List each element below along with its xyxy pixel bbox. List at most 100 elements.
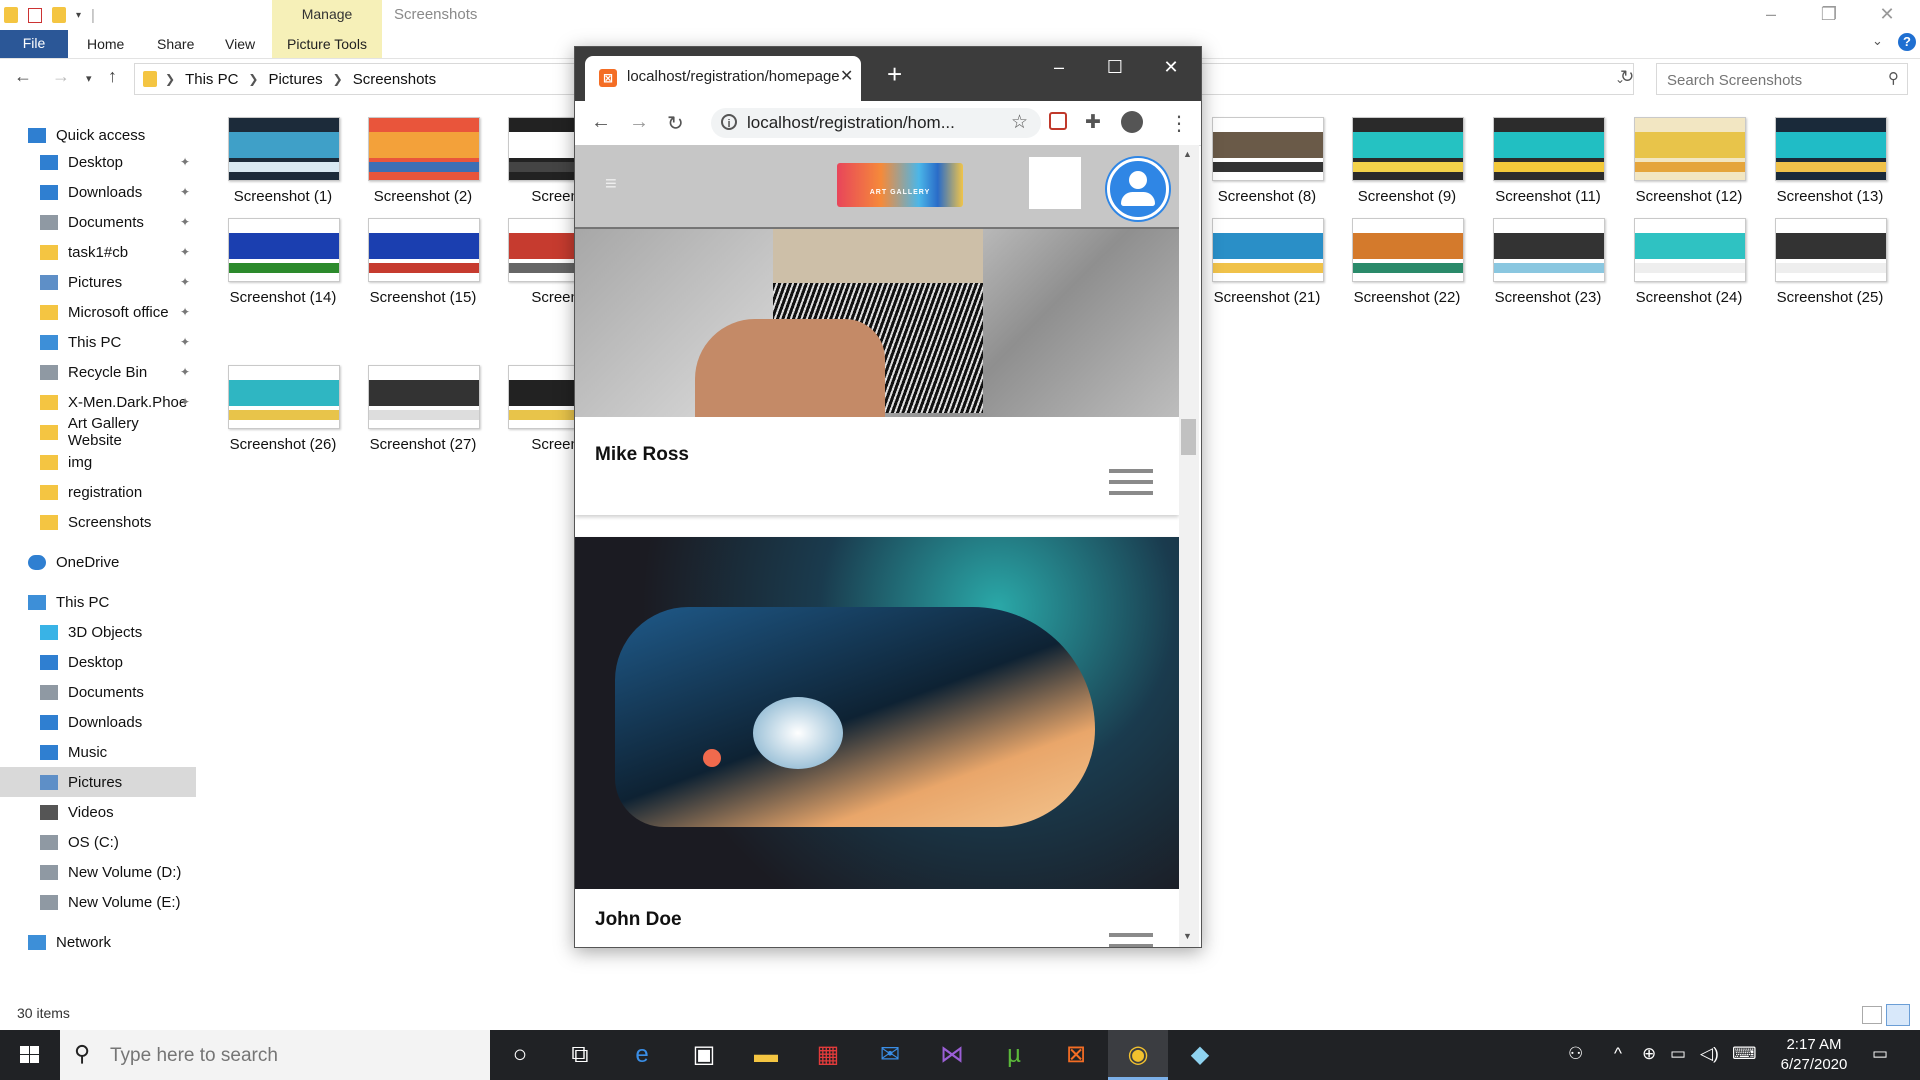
browser-forward-icon[interactable]: → (629, 111, 649, 134)
properties-icon[interactable] (28, 7, 42, 23)
notifications-icon[interactable]: ▭ (1872, 1044, 1888, 1064)
file-thumbnail[interactable] (1634, 218, 1746, 282)
sidebar-item-pictures[interactable]: Pictures ✦ (0, 267, 196, 297)
file-thumbnail[interactable] (1352, 218, 1464, 282)
taskbar-search-input[interactable] (108, 1042, 472, 1070)
sidebar-item-pictures[interactable]: Pictures (0, 767, 196, 797)
more-menu-icon[interactable]: ⋮ (1169, 111, 1189, 136)
new-tab-icon[interactable]: + (887, 59, 902, 90)
back-icon[interactable]: ← (14, 66, 32, 87)
sidebar-item-downloads[interactable]: Downloads (0, 707, 196, 737)
bookmark-star-icon[interactable]: ☆ (1011, 111, 1028, 134)
file-thumbnail[interactable] (1493, 117, 1605, 181)
sidebar-item-this-pc[interactable]: This PC (0, 587, 196, 617)
app-icon[interactable]: ◆ (1170, 1030, 1230, 1080)
close-icon[interactable]: ✕ (1858, 0, 1916, 30)
file-thumbnail[interactable] (1493, 218, 1605, 282)
file-explorer-icon[interactable]: ▬ (736, 1030, 796, 1080)
tab-view[interactable]: View (225, 30, 255, 58)
manage-tab[interactable]: Manage (272, 0, 382, 30)
file-thumbnail[interactable] (228, 218, 340, 282)
file-thumbnail[interactable] (1775, 117, 1887, 181)
url-text[interactable]: localhost/registration/hom... (747, 113, 955, 133)
file-thumbnail[interactable] (1212, 218, 1324, 282)
store-icon[interactable]: ▣ (674, 1030, 734, 1080)
sidebar-item-desktop[interactable]: Desktop ✦ (0, 147, 196, 177)
file-name[interactable]: Screenshot (8) (1197, 188, 1337, 205)
puzzle-icon[interactable]: ✚ (1085, 111, 1101, 134)
file-thumbnail[interactable] (1634, 117, 1746, 181)
file-name[interactable]: Screenshot (24) (1619, 289, 1759, 306)
xampp-icon[interactable]: ⊠ (1046, 1030, 1106, 1080)
sidebar-item-registration[interactable]: registration (0, 477, 196, 507)
file-name[interactable]: Screenshot (27) (353, 436, 493, 453)
sidebar-item-network[interactable]: Network (0, 927, 196, 957)
user-avatar-icon[interactable] (1107, 158, 1169, 220)
help-icon[interactable]: ? (1898, 33, 1916, 51)
forward-icon[interactable]: → (52, 66, 70, 87)
file-thumbnail[interactable] (1352, 117, 1464, 181)
sidebar-item-documents[interactable]: Documents ✦ (0, 207, 196, 237)
up-icon[interactable]: ↑ (108, 66, 117, 87)
sidebar-item-documents[interactable]: Documents (0, 677, 196, 707)
sidebar-item-recycle-bin[interactable]: Recycle Bin ✦ (0, 357, 196, 387)
restore-icon[interactable]: ❐ (1800, 0, 1858, 30)
tab-home[interactable]: Home (87, 30, 124, 58)
sidebar-item-os-c[interactable]: OS (C:) (0, 827, 196, 857)
large-icons-view-icon[interactable] (1886, 1004, 1910, 1026)
battery-icon[interactable]: ▭ (1670, 1044, 1686, 1064)
keyboard-icon[interactable]: ⌨ (1732, 1044, 1757, 1064)
sidebar-item-videos[interactable]: Videos (0, 797, 196, 827)
artwork-card[interactable]: John Doe (575, 537, 1179, 947)
sidebar-item-new-volume-e[interactable]: New Volume (E:) (0, 887, 196, 917)
file-name[interactable]: Screenshot (2) (353, 188, 493, 205)
gift-icon[interactable]: ▦ (798, 1030, 858, 1080)
sidebar-item-screenshots[interactable]: Screenshots (0, 507, 196, 537)
file-name[interactable]: Screenshot (22) (1337, 289, 1477, 306)
file-name[interactable]: Screenshot (21) (1197, 289, 1337, 306)
reload-icon[interactable]: ↻ (667, 111, 684, 136)
extension-icon[interactable] (1049, 112, 1067, 130)
minimize-icon[interactable]: – (1742, 0, 1800, 30)
new-folder-icon[interactable] (52, 7, 66, 23)
details-view-icon[interactable] (1862, 1006, 1882, 1024)
file-thumbnail[interactable] (368, 218, 480, 282)
file-thumbnail[interactable] (368, 117, 480, 181)
card-menu-icon[interactable] (1109, 469, 1153, 502)
clock[interactable]: 2:17 AM 6/27/2020 (1766, 1035, 1862, 1075)
file-name[interactable]: Screenshot (13) (1760, 188, 1900, 205)
scrollbar-thumb[interactable] (1181, 419, 1196, 455)
tab-picture-tools[interactable]: Picture Tools (272, 30, 382, 58)
site-info-icon[interactable]: i (721, 114, 737, 130)
refresh-icon[interactable]: ↻ (1620, 67, 1634, 87)
profile-icon[interactable] (1121, 111, 1143, 133)
volume-icon[interactable]: ◁) (1700, 1044, 1719, 1064)
chrome-maximize-icon[interactable]: ☐ (1087, 53, 1143, 83)
file-name[interactable]: Screenshot (25) (1760, 289, 1900, 306)
browser-tab[interactable]: ⊠ localhost/registration/homepage ✕ (585, 56, 861, 101)
people-icon[interactable]: ⚇ (1568, 1044, 1583, 1064)
scroll-down-icon[interactable]: ▼ (1183, 931, 1192, 941)
file-name[interactable]: Screenshot (12) (1619, 188, 1759, 205)
cortana-icon[interactable]: ○ (490, 1030, 550, 1080)
sidebar-item-new-volume-d[interactable]: New Volume (D:) (0, 857, 196, 887)
omnibox[interactable]: i localhost/registration/hom... ☆ (711, 108, 1041, 138)
card-menu-icon[interactable] (1109, 933, 1153, 947)
breadcrumb-pictures[interactable]: Pictures (268, 71, 322, 88)
show-hidden-icons-icon[interactable]: ^ (1614, 1044, 1622, 1064)
sidebar-item-desktop[interactable]: Desktop (0, 647, 196, 677)
start-button[interactable] (0, 1030, 60, 1080)
chrome-icon[interactable]: ◉ (1108, 1030, 1168, 1080)
sidebar-item-x-men-dark-phoe[interactable]: X-Men.Dark.Phoe ✦ (0, 387, 196, 417)
file-thumbnail[interactable] (1775, 218, 1887, 282)
chrome-close-icon[interactable]: ✕ (1143, 53, 1199, 83)
browser-back-icon[interactable]: ← (591, 111, 611, 134)
tab-share[interactable]: Share (157, 30, 194, 58)
tab-close-icon[interactable]: ✕ (840, 66, 853, 86)
file-thumbnail[interactable] (1212, 117, 1324, 181)
artwork-card[interactable]: Mike Ross (575, 229, 1179, 515)
page-scrollbar[interactable]: ▲ ▼ (1179, 145, 1199, 947)
file-name[interactable]: Screenshot (15) (353, 289, 493, 306)
task-view-icon[interactable]: ⧉ (550, 1030, 610, 1080)
search-input[interactable] (1665, 66, 1869, 94)
